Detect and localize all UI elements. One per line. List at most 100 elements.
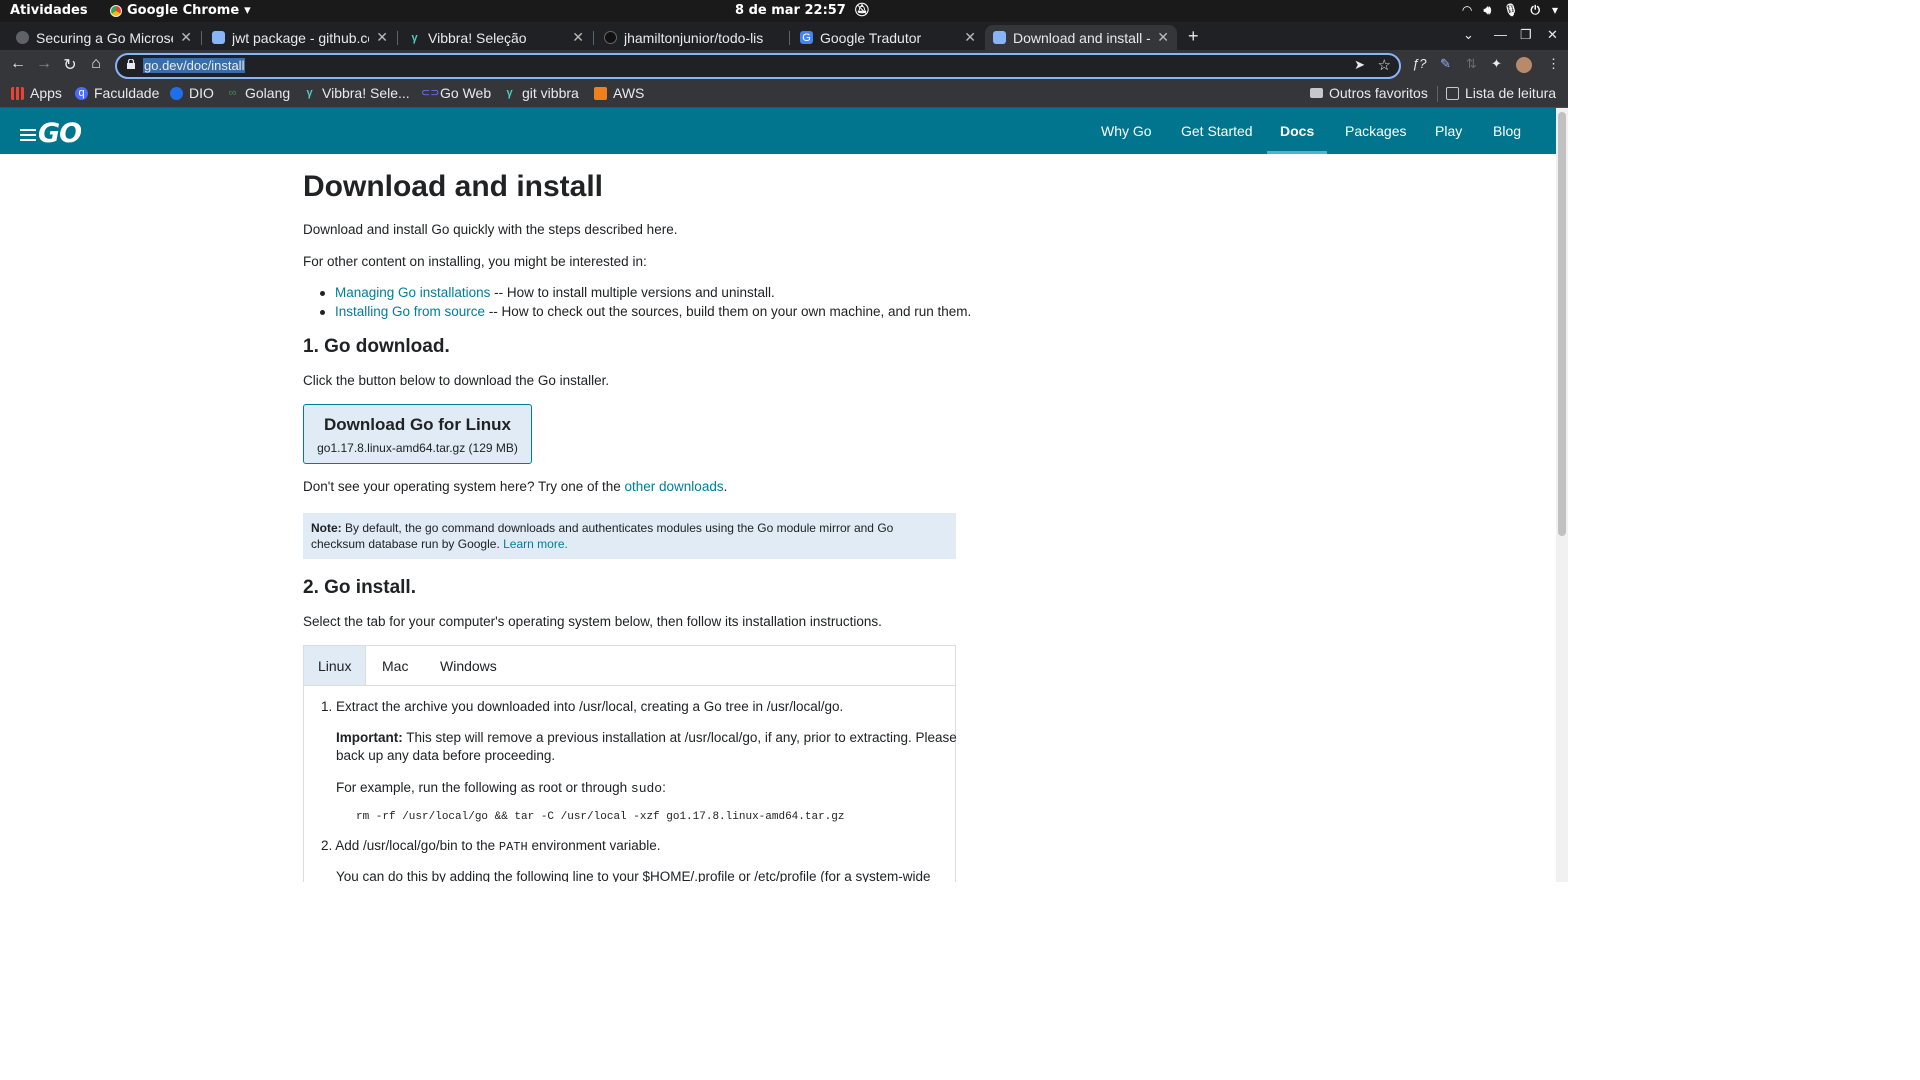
- close-icon[interactable]: ✕: [964, 29, 976, 46]
- activities-button[interactable]: Atividades: [10, 3, 88, 18]
- path-code: PATH: [498, 840, 528, 854]
- learn-more-link[interactable]: Learn more.: [503, 537, 568, 551]
- tab-title: jhamiltonjunior/todo-lis: [624, 29, 764, 46]
- notifications-muted-icon: 🔕︎: [853, 3, 871, 18]
- important-line-2: back up any data before proceeding.: [336, 748, 556, 763]
- aws-icon: [594, 86, 607, 100]
- bookmark-dio[interactable]: DIO: [170, 85, 214, 101]
- reading-list-icon: [1446, 86, 1459, 100]
- restore-icon[interactable]: ❐: [1520, 27, 1532, 43]
- system-tray[interactable]: ◠ 🔊︎ 🎙︎ ⏻ ▾: [1462, 3, 1558, 18]
- intro-text: Download and install Go quickly with the…: [303, 222, 678, 237]
- profile-avatar[interactable]: [1516, 57, 1532, 73]
- tab-favicon-icon: [16, 31, 29, 44]
- close-icon[interactable]: ✕: [1157, 29, 1169, 46]
- list-item-desc: -- How to install multiple versions and …: [490, 285, 775, 300]
- system-top-bar: Atividades Google Chrome ▾ 8 de mar 22:5…: [0, 0, 1568, 22]
- app-menu[interactable]: Google Chrome ▾: [110, 3, 251, 18]
- other-downloads-prefix: Don't see your operating system here? Tr…: [303, 479, 625, 494]
- folder-icon: [1310, 88, 1323, 98]
- minimize-icon[interactable]: —: [1494, 27, 1507, 42]
- bookmark-apps[interactable]: Apps: [11, 85, 62, 101]
- address-bar[interactable]: go.dev/doc/install ➤ ☆: [115, 53, 1401, 79]
- installing-go-from-source-link[interactable]: Installing Go from source: [335, 304, 485, 319]
- bookmark-label: AWS: [613, 85, 645, 101]
- go-logo-text: GO: [38, 118, 82, 149]
- url-text[interactable]: go.dev/doc/install: [143, 58, 246, 73]
- tab-windows[interactable]: Windows: [426, 646, 511, 685]
- managing-go-installations-link[interactable]: Managing Go installations: [335, 285, 490, 300]
- browser-tab[interactable]: Securing a Go Microse ✕: [8, 25, 200, 50]
- close-icon[interactable]: ✕: [572, 29, 584, 46]
- other-downloads-text: Don't see your operating system here? Tr…: [303, 479, 727, 494]
- extract-command[interactable]: rm -rf /usr/local/go && tar -C /usr/loca…: [356, 811, 844, 823]
- tab-title: Vibbra! Seleção: [428, 29, 527, 46]
- browser-tab-active[interactable]: Download and install - ✕: [985, 25, 1177, 50]
- note-box: Note: By default, the go command downloa…: [303, 513, 956, 559]
- tab-separator: [789, 31, 790, 45]
- page-viewport: GO Why Go Get Started Docs Packages Play…: [0, 108, 1556, 882]
- sudo-code: sudo: [630, 781, 663, 796]
- nav-get-started[interactable]: Get Started: [1181, 108, 1253, 154]
- bookmarks-bar: Apps q Faculdade DIO ∞ Golang γ Vibbra! …: [0, 82, 1568, 108]
- browser-tab[interactable]: γ Vibbra! Seleção ✕: [400, 25, 592, 50]
- bookmark-label: Outros favoritos: [1329, 85, 1428, 101]
- nav-packages[interactable]: Packages: [1345, 108, 1406, 154]
- close-window-icon[interactable]: ✕: [1547, 27, 1558, 43]
- chevron-down-icon: ▾: [1551, 3, 1558, 17]
- os-tabs-panel: Linux Mac Windows 1. Extract the archive…: [303, 645, 957, 882]
- nav-blog[interactable]: Blog: [1493, 108, 1521, 154]
- tab-separator: [201, 31, 202, 45]
- bookmark-golang[interactable]: ∞ Golang: [226, 85, 291, 101]
- link-icon: ⊂⊃: [421, 86, 440, 99]
- close-icon[interactable]: ✕: [180, 29, 192, 46]
- list-item: Managing Go installations -- How to inst…: [335, 285, 775, 300]
- browser-tab[interactable]: jhamiltonjunior/todo-lis: [596, 25, 788, 50]
- install-instruction: Select the tab for your computer's opera…: [303, 614, 882, 629]
- home-icon[interactable]: ⌂: [86, 55, 106, 73]
- step-2-prefix: 2. Add /usr/local/go/bin to the: [321, 838, 499, 853]
- section-heading-download: 1. Go download.: [303, 336, 450, 357]
- google-translate-icon: G: [800, 31, 813, 44]
- more-menu-icon[interactable]: ⋮: [1547, 56, 1560, 72]
- other-downloads-link[interactable]: other downloads: [625, 479, 724, 494]
- tab-linux[interactable]: Linux: [304, 646, 367, 685]
- bookmark-label: DIO: [189, 85, 214, 101]
- extensions-puzzle-icon[interactable]: ✦: [1491, 56, 1502, 72]
- close-icon[interactable]: ✕: [376, 29, 388, 46]
- send-tab-icon[interactable]: ➤: [1354, 57, 1365, 73]
- app-name: Google Chrome: [127, 3, 240, 18]
- reading-list[interactable]: Lista de leitura: [1446, 85, 1556, 101]
- tab-mac[interactable]: Mac: [368, 646, 422, 685]
- download-go-button[interactable]: Download Go for Linux go1.17.8.linux-amd…: [303, 404, 532, 464]
- nav-play[interactable]: Play: [1435, 108, 1462, 154]
- extension-pen-icon[interactable]: ✎: [1440, 56, 1451, 72]
- tab-search-icon[interactable]: ⌄: [1463, 27, 1474, 43]
- bookmark-vibbra[interactable]: γ Vibbra! Sele...: [303, 85, 410, 101]
- page-scrollbar[interactable]: [1556, 108, 1568, 882]
- section-heading-install: 2. Go install.: [303, 577, 416, 598]
- bookmark-git-vibbra[interactable]: γ git vibbra: [503, 85, 578, 101]
- clock[interactable]: 8 de mar 22:57 🔕︎: [735, 3, 870, 18]
- bookmark-aws[interactable]: AWS: [594, 85, 644, 101]
- bookmark-go-web[interactable]: ⊂⊃ Go Web: [421, 85, 491, 101]
- new-tab-button[interactable]: +: [1188, 26, 1199, 47]
- scrollbar-thumb[interactable]: [1558, 112, 1566, 536]
- nav-docs[interactable]: Docs: [1266, 108, 1328, 154]
- dio-icon: [170, 86, 183, 100]
- reload-icon[interactable]: ↻: [60, 55, 80, 75]
- bookmark-label: Vibbra! Sele...: [322, 85, 410, 101]
- other-bookmarks-folder[interactable]: Outros favoritos: [1310, 85, 1428, 101]
- bookmark-star-icon[interactable]: ☆: [1378, 56, 1391, 74]
- extension-fx-icon[interactable]: ƒ?: [1412, 56, 1426, 71]
- back-icon[interactable]: ←: [8, 55, 28, 73]
- go-logo[interactable]: GO: [20, 118, 82, 149]
- browser-tab[interactable]: jwt package - github.co ✕: [204, 25, 396, 50]
- browser-tab[interactable]: G Google Tradutor ✕: [792, 25, 984, 50]
- nav-why-go[interactable]: Why Go: [1101, 108, 1152, 154]
- other-downloads-suffix: .: [723, 479, 728, 494]
- chevron-down-icon: ▾: [244, 3, 251, 18]
- bookmark-faculdade[interactable]: q Faculdade: [75, 85, 159, 101]
- forward-icon[interactable]: →: [34, 55, 54, 73]
- extension-dimmed-icon[interactable]: ⇅: [1466, 56, 1477, 72]
